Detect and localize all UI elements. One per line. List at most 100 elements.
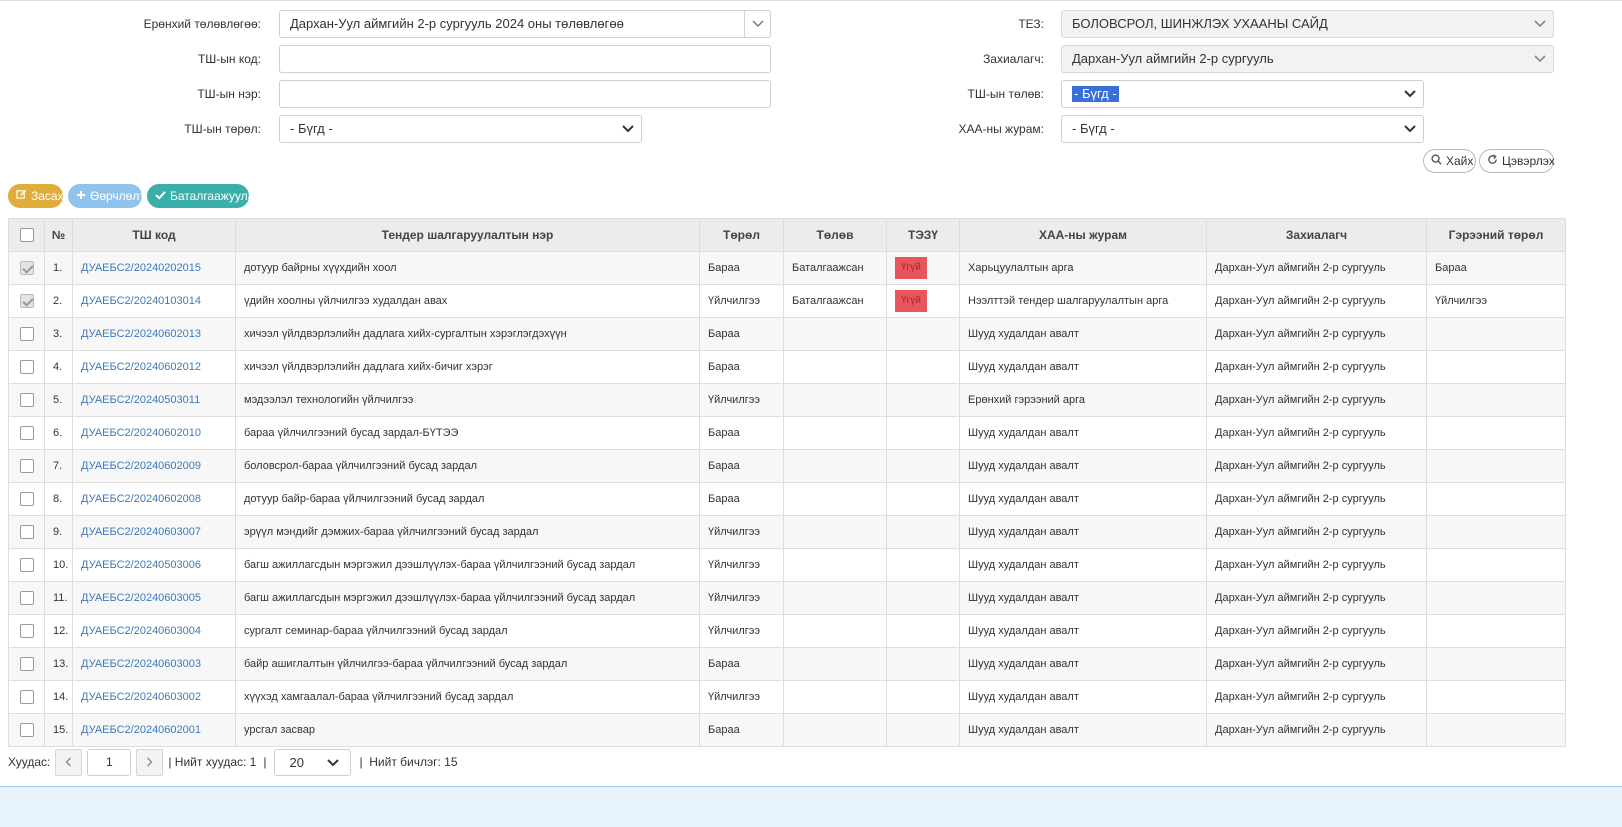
- tez-select[interactable]: БОЛОВСРОЛ, ШИНЖЛЭХ УХААНЫ САЙД: [1061, 10, 1554, 38]
- tsh-name-input[interactable]: [279, 80, 771, 108]
- row-checkbox-cell[interactable]: [8, 284, 45, 318]
- plan-select[interactable]: Дархан-Уул аймгийн 2-р сургууль 2024 оны…: [279, 10, 771, 38]
- row-code-link[interactable]: ДУАЕБС2/20240602009: [72, 449, 236, 483]
- page-number-input[interactable]: 1: [87, 748, 132, 776]
- row-checkbox[interactable]: [19, 426, 34, 440]
- row-code-link[interactable]: ДУАЕБС2/20240603004: [72, 614, 236, 648]
- col-header-status[interactable]: Төлөв: [783, 218, 887, 252]
- edit-button[interactable]: Засах: [8, 184, 64, 208]
- table-row[interactable]: 13. ДУАЕБС2/20240603003 байр ашиглалтын үй…: [8, 647, 1566, 681]
- row-checkbox[interactable]: [19, 393, 34, 407]
- row-checkbox-cell[interactable]: [8, 647, 45, 681]
- table-row[interactable]: 14. ДУАЕБС2/20240603002 хүүхэд хамгаалал-б…: [8, 680, 1566, 714]
- row-checkbox[interactable]: [19, 327, 34, 341]
- clear-button[interactable]: Цэвэрлэх: [1479, 149, 1555, 173]
- table-row[interactable]: 1. ДУАЕБС2/20240202015 дотуур байрны хүүхд…: [8, 251, 1566, 285]
- tsh-code-input[interactable]: [279, 45, 771, 73]
- col-header-type[interactable]: Төрөл: [699, 218, 784, 252]
- row-checkbox[interactable]: [19, 360, 34, 374]
- row-checkbox-cell[interactable]: [8, 482, 45, 516]
- select-all-checkbox[interactable]: [19, 228, 34, 243]
- row-number: 4.: [44, 350, 73, 384]
- row-checkbox-cell[interactable]: [8, 713, 45, 747]
- row-code-link[interactable]: ДУАЕБС2/20240602013: [72, 317, 236, 351]
- col-header-code[interactable]: ТШ код: [72, 218, 236, 252]
- table-row[interactable]: 5. ДУАЕБС2/20240503011 мэдээлэл технологий…: [8, 383, 1566, 417]
- prev-page-button[interactable]: [55, 748, 83, 776]
- table-row[interactable]: 2. ДУАЕБС2/20240103014 үдийн хоолны үйлчил…: [8, 284, 1566, 318]
- row-code-link[interactable]: ДУАЕБС2/20240202015: [72, 251, 236, 285]
- row-tender-name: багш ажиллагсдын мэргэжил дээшлүүлэх-бар…: [235, 548, 700, 582]
- table-row[interactable]: 11. ДУАЕБС2/20240603005 багш ажиллагсдын м…: [8, 581, 1566, 615]
- next-page-button[interactable]: [136, 748, 164, 776]
- row-contract-type: [1426, 680, 1566, 714]
- row-checkbox-cell[interactable]: [8, 383, 45, 417]
- row-code-link[interactable]: ДУАЕБС2/20240603005: [72, 581, 236, 615]
- row-checkbox[interactable]: [19, 591, 34, 605]
- row-checkbox[interactable]: [19, 492, 34, 506]
- table-row[interactable]: 6. ДУАЕБС2/20240602010 бараа үйлчилгээний …: [8, 416, 1566, 450]
- row-code-link[interactable]: ДУАЕБС2/20240503006: [72, 548, 236, 582]
- row-tender-name: дотуур байр-бараа үйлчилгээний бусад зар…: [235, 482, 700, 516]
- row-code-link[interactable]: ДУАЕБС2/20240602001: [72, 713, 236, 747]
- row-contract-type: Бараа: [1426, 251, 1566, 285]
- row-checkbox-cell[interactable]: [8, 680, 45, 714]
- customer-select[interactable]: Дархан-Уул аймгийн 2-р сургууль: [1061, 45, 1554, 73]
- procedure-select[interactable]: - Бүгд -: [1061, 115, 1424, 143]
- row-checkbox[interactable]: [19, 690, 34, 704]
- tsh-type-select[interactable]: - Бүгд -: [279, 115, 642, 143]
- transfer-button[interactable]: Өөрчлөлт: [68, 184, 145, 208]
- table-row[interactable]: 3. ДУАЕБС2/20240602013 хичээл үйлдвэрлэлий…: [8, 317, 1566, 351]
- table-row[interactable]: 15. ДУАЕБС2/20240602001 урсгал засвар Бараа…: [8, 713, 1566, 747]
- row-code-link[interactable]: ДУАЕБС2/20240602012: [72, 350, 236, 384]
- row-checkbox-cell[interactable]: [8, 317, 45, 351]
- chevron-right-icon: [147, 757, 153, 767]
- row-code-link[interactable]: ДУАЕБС2/20240603007: [72, 515, 236, 549]
- col-header-no: №: [44, 218, 73, 252]
- row-checkbox-cell[interactable]: [8, 581, 45, 615]
- row-checkbox-cell[interactable]: [8, 515, 45, 549]
- confirm-button[interactable]: Баталгаажуулах: [147, 184, 260, 208]
- table-row[interactable]: 9. ДУАЕБС2/20240603007 эрүүл мэндийг дэмжи…: [8, 515, 1566, 549]
- row-tezu: Үгүй: [886, 251, 960, 285]
- row-code-link[interactable]: ДУАЕБС2/20240503011: [72, 383, 236, 417]
- col-header-name[interactable]: Тендер шалгаруулалтын нэр: [235, 218, 700, 252]
- row-checkbox[interactable]: [19, 558, 34, 572]
- page-size-select[interactable]: 20: [274, 748, 352, 776]
- row-code-link[interactable]: ДУАЕБС2/20240603002: [72, 680, 236, 714]
- table-row[interactable]: 4. ДУАЕБС2/20240602012 хичээл үйлдвэрлэлий…: [8, 350, 1566, 384]
- row-code-link[interactable]: ДУАЕБС2/20240602010: [72, 416, 236, 450]
- row-checkbox-cell[interactable]: [8, 251, 45, 285]
- row-checkbox-cell[interactable]: [8, 350, 45, 384]
- row-checkbox[interactable]: [19, 657, 34, 671]
- col-header-procedure[interactable]: ХАА-ны журам: [959, 218, 1207, 252]
- row-checkbox[interactable]: [19, 294, 34, 308]
- row-checkbox[interactable]: [19, 525, 34, 539]
- table-row[interactable]: 12. ДУАЕБС2/20240603004 сургалт семинар-ба…: [8, 614, 1566, 648]
- tsh-status-select[interactable]: - Бүгд -: [1061, 80, 1424, 108]
- select-all-checkbox-cell[interactable]: [8, 218, 45, 252]
- search-button[interactable]: Хайх: [1423, 149, 1476, 173]
- row-code-link[interactable]: ДУАЕБС2/20240602008: [72, 482, 236, 516]
- row-tezu: [886, 713, 960, 747]
- row-checkbox[interactable]: [19, 624, 34, 638]
- row-code-link[interactable]: ДУАЕБС2/20240103014: [72, 284, 236, 318]
- col-header-tezu[interactable]: ТЭЗҮ: [886, 218, 960, 252]
- row-checkbox[interactable]: [19, 459, 34, 473]
- table-row[interactable]: 8. ДУАЕБС2/20240602008 дотуур байр-бараа ү…: [8, 482, 1566, 516]
- table-row[interactable]: 10. ДУАЕБС2/20240503006 багш ажиллагсдын м…: [8, 548, 1566, 582]
- row-customer: Дархан-Уул аймгийн 2-р сургууль: [1206, 515, 1427, 549]
- row-checkbox-cell[interactable]: [8, 614, 45, 648]
- row-status: [783, 548, 887, 582]
- row-checkbox-cell[interactable]: [8, 416, 45, 450]
- col-header-contract-type[interactable]: Гэрээний төрөл: [1426, 218, 1566, 252]
- row-checkbox[interactable]: [19, 261, 34, 275]
- col-header-customer[interactable]: Захиалагч: [1206, 218, 1427, 252]
- row-checkbox-cell[interactable]: [8, 548, 45, 582]
- row-checkbox[interactable]: [19, 723, 34, 737]
- row-code-link[interactable]: ДУАЕБС2/20240603003: [72, 647, 236, 681]
- row-checkbox-cell[interactable]: [8, 449, 45, 483]
- table-row[interactable]: 7. ДУАЕБС2/20240602009 боловсрол-бараа үйл…: [8, 449, 1566, 483]
- row-customer: Дархан-Уул аймгийн 2-р сургууль: [1206, 581, 1427, 615]
- total-pages-label: | Нийт хуудас: 1: [168, 755, 257, 769]
